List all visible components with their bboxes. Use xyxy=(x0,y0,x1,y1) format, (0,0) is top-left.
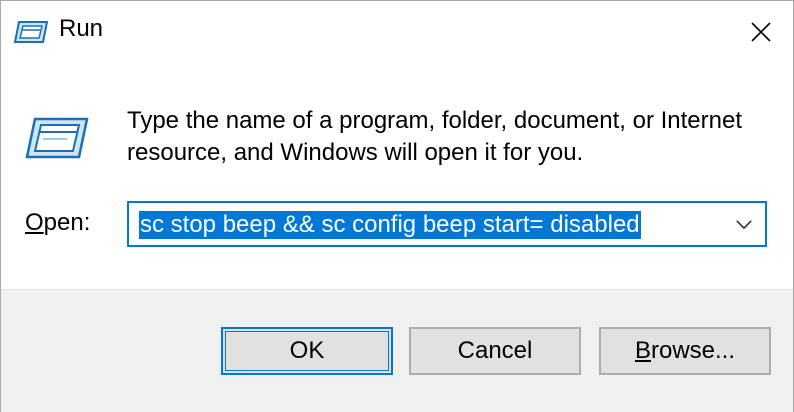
cancel-button[interactable]: Cancel xyxy=(409,327,581,375)
title-bar[interactable]: Run xyxy=(1,1,793,63)
browse-button[interactable]: Browse... xyxy=(599,327,771,375)
ok-button[interactable]: OK xyxy=(221,327,393,375)
close-button[interactable] xyxy=(729,1,793,63)
chevron-down-icon xyxy=(736,219,752,229)
run-dialog: Run Type the name of a program, folder, … xyxy=(0,0,794,412)
window-title: Run xyxy=(59,15,104,42)
dialog-description: Type the name of a program, folder, docu… xyxy=(127,107,743,166)
command-combobox[interactable]: sc stop beep && sc config beep start= di… xyxy=(127,201,767,247)
close-icon xyxy=(751,22,771,42)
cancel-button-label: Cancel xyxy=(457,337,533,364)
run-large-icon xyxy=(23,115,89,161)
command-input[interactable]: sc stop beep && sc config beep start= di… xyxy=(139,211,641,239)
run-app-icon xyxy=(13,18,49,46)
ok-button-label: OK xyxy=(289,337,325,364)
open-label-text: pen: xyxy=(43,209,91,236)
dropdown-button[interactable] xyxy=(727,203,761,245)
browse-button-accesskey: B xyxy=(634,337,651,364)
open-label: Open: xyxy=(25,209,90,237)
browse-button-label: rowse... xyxy=(650,337,736,364)
open-label-accesskey: O xyxy=(25,209,44,236)
